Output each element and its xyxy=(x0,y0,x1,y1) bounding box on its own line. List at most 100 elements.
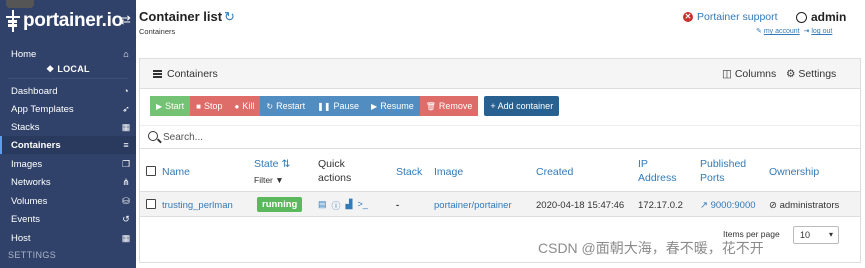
history-icon: ↺ xyxy=(122,213,130,224)
breadcrumb: Containers xyxy=(139,27,176,36)
sidebar-item-label: Stacks xyxy=(11,121,40,133)
panel-header: Containers ◫ Columns ⚙ Settings xyxy=(140,59,860,89)
column-header-image[interactable]: Image xyxy=(434,165,463,179)
sidebar-item-containers[interactable]: Containers ≡ xyxy=(0,136,136,154)
state-filter[interactable]: Filter ▼ xyxy=(254,173,284,187)
sidebar-item-volumes[interactable]: Volumes ⛁ xyxy=(0,192,136,210)
ip-value: 172.17.0.2 xyxy=(638,200,683,211)
portainer-logo-icon xyxy=(6,10,20,32)
stacks-icon: ▦ xyxy=(121,121,131,132)
main-content: Container list ↻ Containers ✕ Portainer … xyxy=(136,0,865,268)
networks-icon: ⋔ xyxy=(122,176,130,187)
stats-icon[interactable]: ▟ xyxy=(346,199,353,212)
column-header-name[interactable]: Name xyxy=(162,165,190,179)
play-icon: ▶ xyxy=(156,101,163,111)
sidebar-item-label: Images xyxy=(11,158,43,170)
username: admin xyxy=(811,10,847,24)
endpoint-label: ❖ LOCAL xyxy=(46,64,90,74)
sidebar-item-networks[interactable]: Networks ⋔ xyxy=(0,173,136,191)
images-icon: ❐ xyxy=(121,158,131,169)
toggle-arrows-icon[interactable]: ⇄ xyxy=(120,12,131,28)
container-name-link[interactable]: trusting_perlman xyxy=(162,200,233,211)
user-icon xyxy=(796,11,807,23)
sidebar-item-label: Dashboard xyxy=(11,85,58,97)
sidebar-item-images[interactable]: Images ❐ xyxy=(0,155,136,173)
sidebar-item-app-templates[interactable]: App Templates ➶ xyxy=(0,100,136,118)
wrench-icon: ✎ xyxy=(756,28,762,35)
ownership-value: ⊘ administrators xyxy=(769,200,840,211)
sidebar-item-label: Volumes xyxy=(11,195,48,207)
sidebar-item-label: Networks xyxy=(11,176,51,188)
stop-icon: ■ xyxy=(196,101,202,111)
column-header-ip[interactable]: IP Address xyxy=(638,157,677,185)
column-header-quick-actions: Quick actions xyxy=(318,158,352,184)
add-container-button[interactable]: + Add container xyxy=(484,96,560,116)
search-bar xyxy=(140,125,860,149)
row-checkbox[interactable] xyxy=(146,199,156,209)
refresh-icon[interactable]: ↻ xyxy=(224,9,235,25)
page-title: Container list xyxy=(139,9,223,24)
containers-panel: Containers ◫ Columns ⚙ Settings ▶ Start ■… xyxy=(139,58,861,263)
status-badge: running xyxy=(257,197,303,212)
stop-button[interactable]: ■ Stop xyxy=(190,96,229,116)
sidebar-item-label: App Templates xyxy=(11,103,74,115)
support-label: Portainer support xyxy=(697,11,778,23)
external-link-icon: ↗ xyxy=(700,200,708,211)
column-header-ports[interactable]: Published Ports xyxy=(700,157,746,185)
column-header-state[interactable]: State ⇅ xyxy=(254,157,290,171)
column-header-ownership[interactable]: Ownership xyxy=(769,165,819,179)
support-icon: ✕ xyxy=(683,12,693,22)
settings-button[interactable]: ⚙ Settings xyxy=(786,68,836,80)
trash-icon: 🗑 xyxy=(425,101,436,111)
pause-icon: ❚❚ xyxy=(317,101,331,111)
support-link[interactable]: ✕ Portainer support xyxy=(683,11,778,23)
logs-icon[interactable]: ▤ xyxy=(318,199,327,212)
logout-icon: ⇥ xyxy=(803,28,810,35)
pause-button[interactable]: ❚❚ Pause xyxy=(311,96,366,116)
restart-button[interactable]: ↻ Restart xyxy=(260,96,312,116)
search-input[interactable] xyxy=(163,129,563,146)
gear-icon: ⚙ xyxy=(786,68,796,80)
filter-icon: ▼ xyxy=(275,175,284,185)
settings-heading: SETTINGS xyxy=(8,250,57,260)
remove-button[interactable]: 🗑 Remove xyxy=(419,96,479,116)
panel-title: Containers xyxy=(167,68,218,80)
kill-button[interactable]: ● Kill xyxy=(228,96,261,116)
column-header-created[interactable]: Created xyxy=(536,165,573,179)
logout-link[interactable]: log out xyxy=(811,28,832,35)
my-account-link[interactable]: my account xyxy=(764,28,800,35)
host-icon: ▦ xyxy=(121,232,131,243)
sidebar-item-dashboard[interactable]: Dashboard ◔ xyxy=(0,82,136,100)
published-port-link[interactable]: ↗ 9000:9000 xyxy=(700,200,756,211)
sidebar-item-home[interactable]: Home ⌂ xyxy=(0,45,136,63)
sidebar-item-events[interactable]: Events ↺ xyxy=(0,210,136,228)
select-all-checkbox[interactable] xyxy=(146,166,156,176)
containers-icon: ≡ xyxy=(123,140,129,150)
logo-text: portainer.io xyxy=(23,10,123,31)
sidebar-item-stacks[interactable]: Stacks ▦ xyxy=(0,118,136,136)
sidebar-item-label: Containers xyxy=(11,139,61,151)
inspect-icon[interactable]: ⓘ xyxy=(332,199,341,212)
sidebar-item-label: Events xyxy=(11,213,41,225)
eye-slash-icon: ⊘ xyxy=(769,200,777,211)
user-menu: admin xyxy=(796,10,846,24)
account-links: ✎ my account ⇥ log out xyxy=(756,27,832,35)
image-link[interactable]: portainer/portainer xyxy=(434,200,512,211)
list-icon xyxy=(153,70,162,78)
console-icon[interactable]: >_ xyxy=(357,199,367,212)
columns-button[interactable]: ◫ Columns xyxy=(722,68,776,80)
search-icon xyxy=(148,131,158,141)
volumes-icon: ⛁ xyxy=(122,195,130,206)
sidebar-item-host[interactable]: Host ▦ xyxy=(0,229,136,247)
rocket-icon: ➶ xyxy=(122,103,130,114)
play-icon: ▶ xyxy=(371,101,378,111)
logo[interactable]: portainer.io ⇄ xyxy=(0,0,136,42)
start-button[interactable]: ▶ Start xyxy=(150,96,191,116)
sidebar: portainer.io ⇄ Home ⌂ ❖ LOCAL Dashboard … xyxy=(0,0,136,268)
home-icon: ⌂ xyxy=(123,49,129,59)
table-row: trusting_perlman running ▤ ⓘ ▟ >_ - port… xyxy=(140,191,860,217)
action-bar: ▶ Start ■ Stop ● Kill ↻ Restart ❚❚ Pause ▶ Res… xyxy=(150,96,560,116)
resume-button[interactable]: ▶ Resume xyxy=(365,96,420,116)
items-per-page-select[interactable]: 10 ▾ xyxy=(793,226,839,244)
column-header-stack[interactable]: Stack xyxy=(396,165,422,179)
